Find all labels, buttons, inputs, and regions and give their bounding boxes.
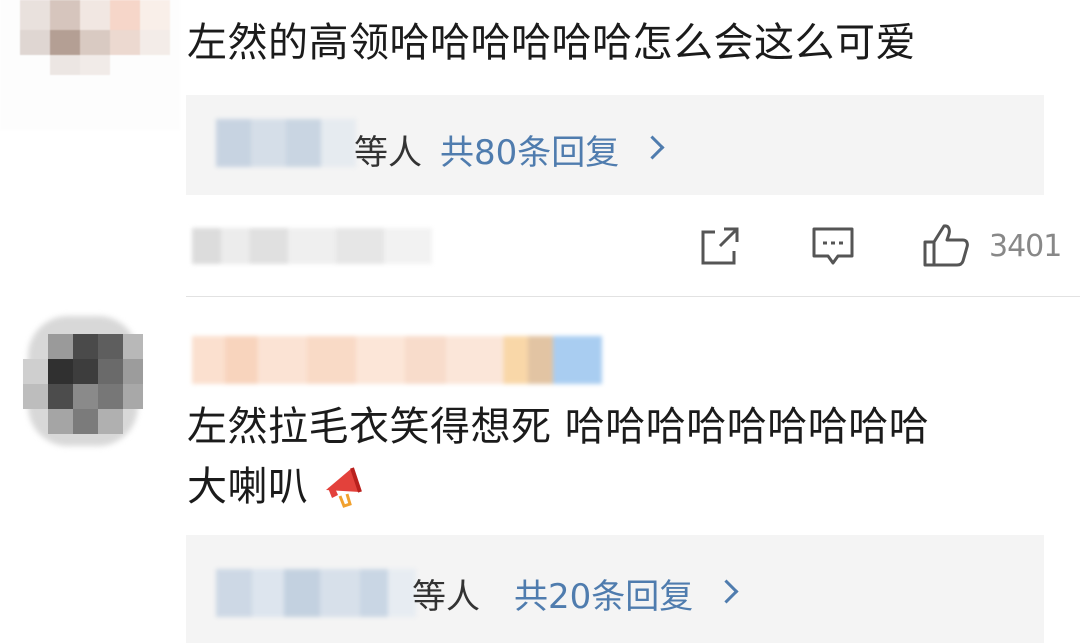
comment-text: 左然的高领哈哈哈哈哈哈怎么会这么可爱 (187, 20, 916, 66)
blurred-username (216, 119, 356, 167)
reply-count-link[interactable]: 共20条回复 (514, 569, 693, 618)
thumbs-up-icon[interactable] (922, 222, 970, 272)
like-count: 3401 (989, 229, 1062, 264)
avatar[interactable] (0, 0, 180, 130)
reply-suffix: 等人 (354, 133, 422, 173)
reply-suffix: 等人 (412, 577, 480, 617)
comment-text-line: 大喇叭 (187, 464, 309, 510)
reply-preview[interactable]: 等人 共80条回复 (186, 95, 1044, 195)
reply-preview[interactable]: 等人 共20条回复 (186, 535, 1044, 643)
comment-text: 大喇叭 (187, 458, 309, 516)
blurred-username (216, 569, 416, 617)
comment-divider (186, 296, 1080, 297)
blurred-timestamp (192, 228, 432, 264)
comment-text: 左然拉毛衣笑得想死 哈哈哈哈哈哈哈哈哈 (187, 404, 930, 450)
chevron-right-icon (640, 135, 665, 160)
megaphone-emoji (322, 462, 364, 512)
reply-count-link[interactable]: 共80条回复 (440, 125, 619, 174)
avatar[interactable] (18, 306, 148, 456)
blurred-username (192, 336, 602, 384)
comment-icon[interactable] (811, 225, 855, 273)
share-icon[interactable] (698, 226, 740, 272)
chevron-right-icon (714, 579, 739, 604)
